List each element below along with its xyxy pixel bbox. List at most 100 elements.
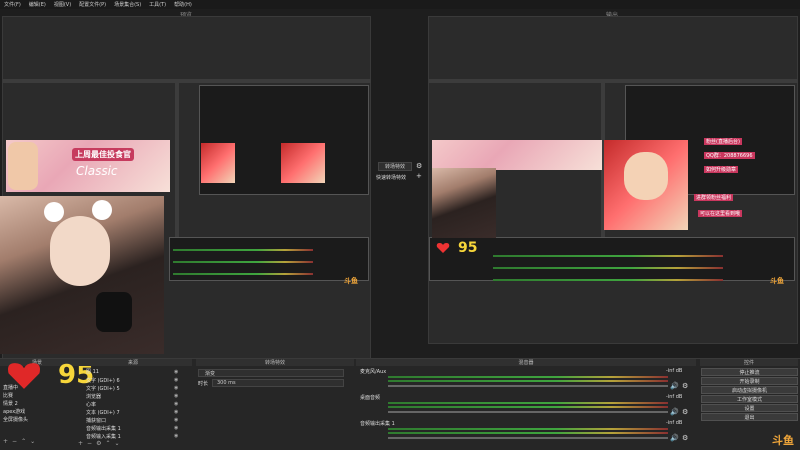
quick-transition-label: 快速转场特效 xyxy=(376,175,407,181)
douyu-watermark: 斗鱼 xyxy=(772,434,794,447)
remove-scene-icon[interactable]: − xyxy=(12,438,17,445)
preview-strip xyxy=(3,79,371,83)
channel-name: 麦克风/Aux xyxy=(360,369,387,375)
channel-db: -inf dB xyxy=(666,420,683,426)
sources-header: 来源 xyxy=(74,359,192,366)
speaker-icon[interactable]: 🔊 xyxy=(670,382,679,390)
add-source-icon[interactable]: + xyxy=(78,440,83,447)
add-scene-icon[interactable]: + xyxy=(3,438,8,445)
level-meter xyxy=(388,432,668,434)
transition-button[interactable]: 转场特效 xyxy=(378,162,412,171)
banner-text: 上周最佳投食官 xyxy=(72,148,134,161)
level-meter xyxy=(388,402,668,404)
menu-bar: 文件(F) 编辑(E) 视图(V) 配置文件(P) 场景集合(S) 工具(T) … xyxy=(0,0,800,9)
source-item[interactable]: 捕获窗口 xyxy=(86,417,106,424)
scene-item[interactable]: 情景 2 xyxy=(3,400,18,407)
level-meter xyxy=(388,380,668,382)
start-recording-button[interactable]: 开始录制 xyxy=(701,377,798,385)
nested-meter-1 xyxy=(173,249,313,251)
sources-toolbar: + − ⚙ ⌃ ⌄ xyxy=(78,440,124,447)
nested-meter-2 xyxy=(173,261,313,263)
source-item[interactable]: 音频输出采集 1 xyxy=(86,425,121,432)
menu-profile[interactable]: 配置文件(P) xyxy=(79,1,106,8)
source-item[interactable]: 文字 (GDI+) 5 xyxy=(86,385,120,392)
visibility-icons[interactable]: ◉ ◉ ◉ ◉ ◉ ◉ ◉ ◉ ◉ xyxy=(174,368,178,440)
duration-input[interactable]: 300 ms xyxy=(212,379,344,387)
mixer-channel-desktop: 桌面音频 -inf dB 🔊 ⚙ xyxy=(358,394,692,418)
level-meter xyxy=(388,376,668,378)
program-strip xyxy=(429,79,798,83)
source-item[interactable]: 文字 (GDI+) 6 xyxy=(86,377,120,384)
program-meter-2 xyxy=(493,267,723,269)
scene-item[interactable]: 比赛 xyxy=(3,392,13,399)
remove-source-icon[interactable]: − xyxy=(87,440,92,447)
mixer-header: 混音器 xyxy=(356,359,696,366)
source-up-icon[interactable]: ⌃ xyxy=(105,440,110,447)
channel-db: -inf dB xyxy=(666,368,683,374)
mixer-channel-mic: 麦克风/Aux -inf dB 🔊 ⚙ xyxy=(358,368,692,392)
mixer-channel-audio-out: 音频输出采集 1 -inf dB 🔊 ⚙ xyxy=(358,420,692,444)
nested-meter-3 xyxy=(173,273,313,275)
duration-label: 时长 xyxy=(198,381,209,387)
volume-slider[interactable] xyxy=(388,437,668,439)
program-text-overlay: 粉丝(直播后台) QQ群：208876696 如何升级勋章 进群领粉丝福利 可以… xyxy=(690,138,798,230)
transitions-header: 转场特效 xyxy=(196,359,354,366)
menu-tools[interactable]: 工具(T) xyxy=(149,1,166,8)
channel-name: 桌面音频 xyxy=(360,395,381,401)
settings-button[interactable]: 设置 xyxy=(701,404,798,412)
source-item[interactable]: 文本 (GDI+) 7 xyxy=(86,409,120,416)
channel-gear-icon[interactable]: ⚙ xyxy=(682,382,688,390)
transition-gear-icon[interactable]: ⚙ xyxy=(416,162,422,170)
anime-avatar xyxy=(8,142,38,190)
move-up-icon[interactable]: ⌃ xyxy=(21,438,26,445)
source-item[interactable]: 心率 xyxy=(86,401,96,408)
channel-db: -inf dB xyxy=(666,394,683,400)
ear-right xyxy=(92,200,112,220)
program-banner xyxy=(432,140,602,170)
program-heart-icon xyxy=(436,242,450,254)
speaker-icon[interactable]: 🔊 xyxy=(670,408,679,416)
overlay-line-3: 如何升级勋章 xyxy=(704,166,739,173)
anime-face xyxy=(624,152,668,200)
program-watermark: 斗鱼 xyxy=(770,277,784,285)
program-score: 95 xyxy=(458,240,478,256)
scene-item[interactable]: 全屏摄像头 xyxy=(3,416,28,423)
program-meter-3 xyxy=(493,279,723,281)
program-meter-1 xyxy=(493,255,723,257)
source-item[interactable]: 音频输入采集 1 xyxy=(86,433,121,440)
banner-overlay: 上周最佳投食官 Classic xyxy=(6,140,170,192)
source-item[interactable]: 浏览器 xyxy=(86,393,101,400)
menu-edit[interactable]: 编辑(E) xyxy=(29,1,46,8)
transition-type-select[interactable]: 渐变 xyxy=(198,369,344,377)
webcam-source xyxy=(0,196,164,354)
scenes-toolbar: + − ⌃ ⌄ xyxy=(3,438,39,445)
ear-left xyxy=(44,202,64,222)
menu-help[interactable]: 帮助(H) xyxy=(174,1,192,8)
speaker-icon[interactable]: 🔊 xyxy=(670,434,679,442)
nested-cam-thumb xyxy=(201,143,235,183)
move-down-icon[interactable]: ⌄ xyxy=(30,438,35,445)
source-settings-icon[interactable]: ⚙ xyxy=(96,440,101,447)
source-down-icon[interactable]: ⌄ xyxy=(114,440,119,447)
level-meter xyxy=(388,406,668,408)
menu-view[interactable]: 视图(V) xyxy=(54,1,71,8)
program-cam xyxy=(432,168,496,238)
studio-mode-button[interactable]: 工作室模式 xyxy=(701,395,798,403)
menu-file[interactable]: 文件(F) xyxy=(4,1,21,8)
menu-scene-collection[interactable]: 场景集合(S) xyxy=(114,1,141,8)
controls-header: 控件 xyxy=(700,359,798,366)
volume-slider[interactable] xyxy=(388,385,668,387)
channel-gear-icon[interactable]: ⚙ xyxy=(682,434,688,442)
virtual-camera-button[interactable]: 启动虚拟摄像机 xyxy=(701,386,798,394)
stop-streaming-button[interactable]: 停止推流 xyxy=(701,368,798,376)
volume-slider[interactable] xyxy=(388,411,668,413)
scene-item[interactable]: apex游戏 xyxy=(3,408,25,415)
overlay-line-1: 粉丝(直播后台) xyxy=(704,138,742,145)
classic-text: Classic xyxy=(76,164,118,178)
level-meter xyxy=(388,428,668,430)
channel-gear-icon[interactable]: ⚙ xyxy=(682,408,688,416)
face-shape xyxy=(50,216,110,286)
source-item[interactable]: 图 11 xyxy=(86,368,99,375)
exit-button[interactable]: 退出 xyxy=(701,413,798,421)
add-quick-transition-icon[interactable]: + xyxy=(416,172,422,180)
